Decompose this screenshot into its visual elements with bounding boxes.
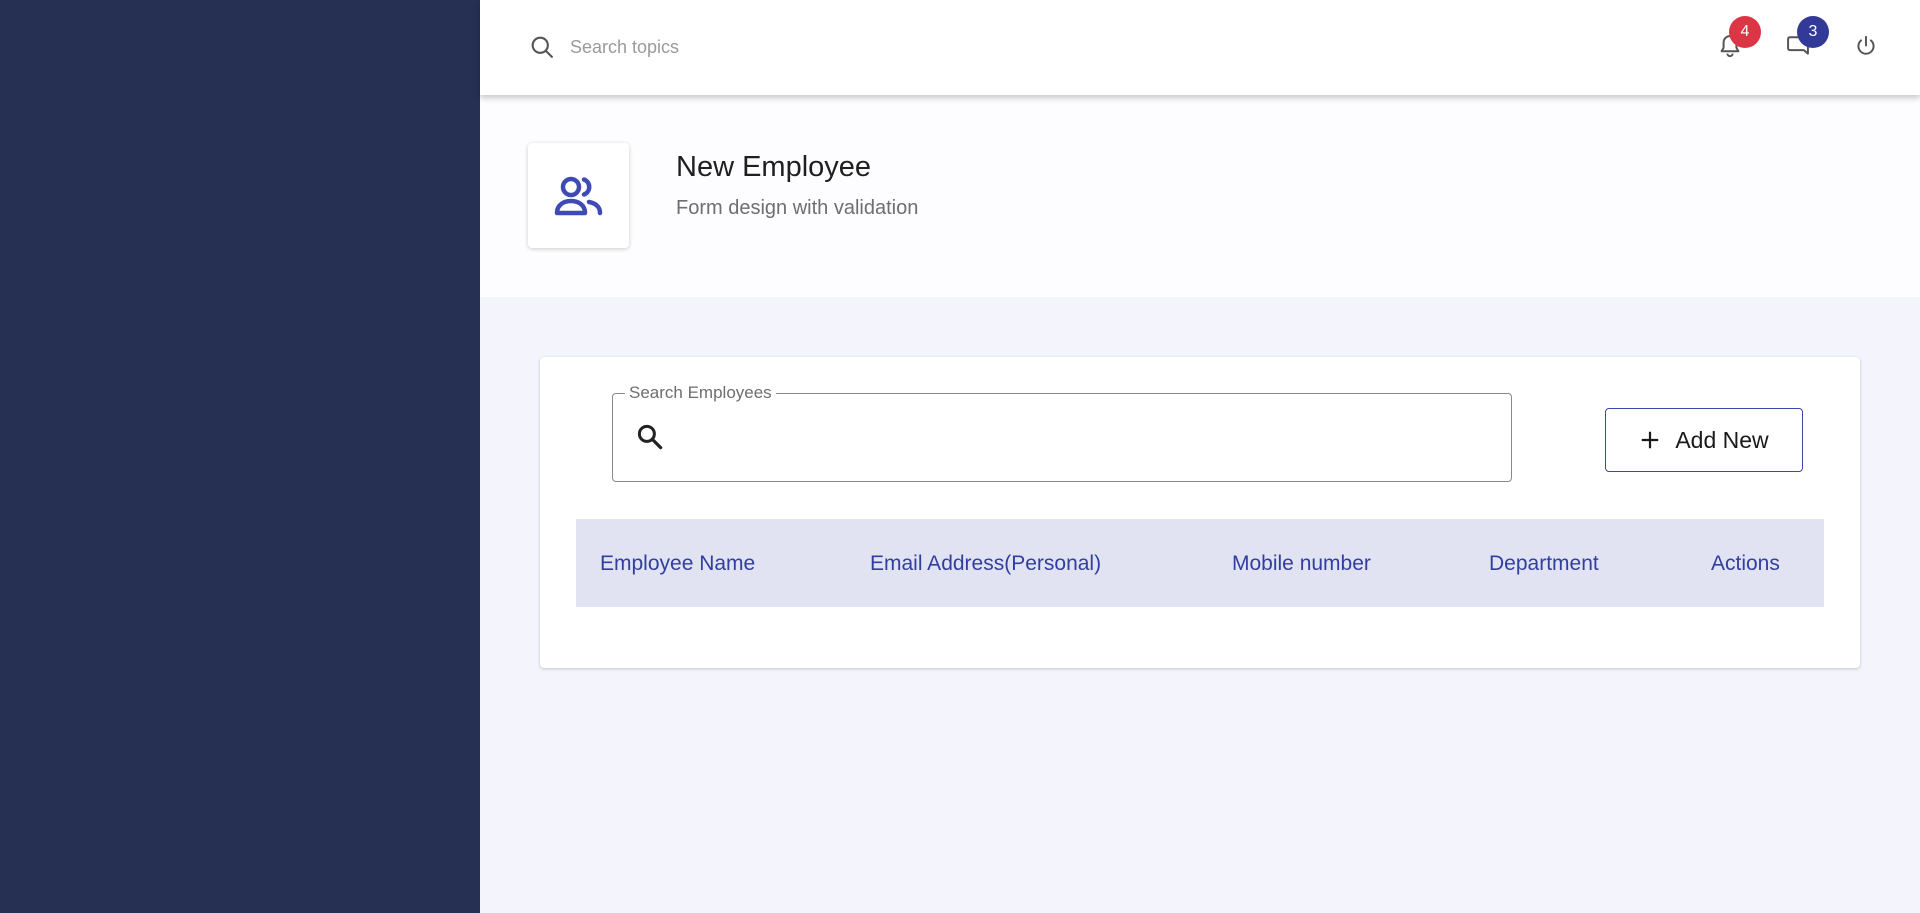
main-area: 4 3 New Empl <box>480 0 1920 913</box>
employee-search-label: Search Employees <box>625 383 776 403</box>
power-icon <box>1857 35 1875 55</box>
search-icon <box>531 36 553 58</box>
topbar-actions: 4 3 <box>1710 16 1920 66</box>
top-bar: 4 3 <box>480 0 1920 95</box>
employee-search-input[interactable] <box>679 414 1489 462</box>
add-new-label: Add New <box>1675 426 1769 453</box>
column-header-department[interactable]: Department <box>1489 552 1599 576</box>
topic-search <box>528 33 870 61</box>
notification-count-badge: 4 <box>1729 16 1761 48</box>
column-header-actions: Actions <box>1711 552 1780 575</box>
message-count-badge: 3 <box>1797 16 1829 48</box>
sidebar <box>0 0 480 913</box>
column-header-email[interactable]: Email Address(Personal) <box>870 552 1101 576</box>
topic-search-input[interactable] <box>570 36 870 58</box>
column-header-mobile[interactable]: Mobile number <box>1232 552 1371 576</box>
plus-icon <box>1642 431 1659 449</box>
employee-search-field: Search Employees <box>612 383 1512 482</box>
page-header: New Employee Form design with validation <box>480 95 1920 297</box>
notifications-button[interactable]: 4 <box>1710 16 1761 66</box>
employee-list-card: Search Employees Add New Employee Name E… <box>540 357 1860 668</box>
search-icon <box>637 424 663 450</box>
people-icon <box>554 176 602 215</box>
table-header: Employee Name Email Address(Personal) Mo… <box>576 519 1824 607</box>
add-new-button[interactable]: Add New <box>1605 408 1803 472</box>
page-icon-card <box>528 143 629 248</box>
messages-button[interactable]: 3 <box>1778 16 1829 66</box>
power-button[interactable] <box>1846 26 1886 66</box>
page-subtitle: Form design with validation <box>676 197 919 219</box>
page-title: New Employee <box>676 151 872 183</box>
column-header-employee-name[interactable]: Employee Name <box>600 552 755 576</box>
